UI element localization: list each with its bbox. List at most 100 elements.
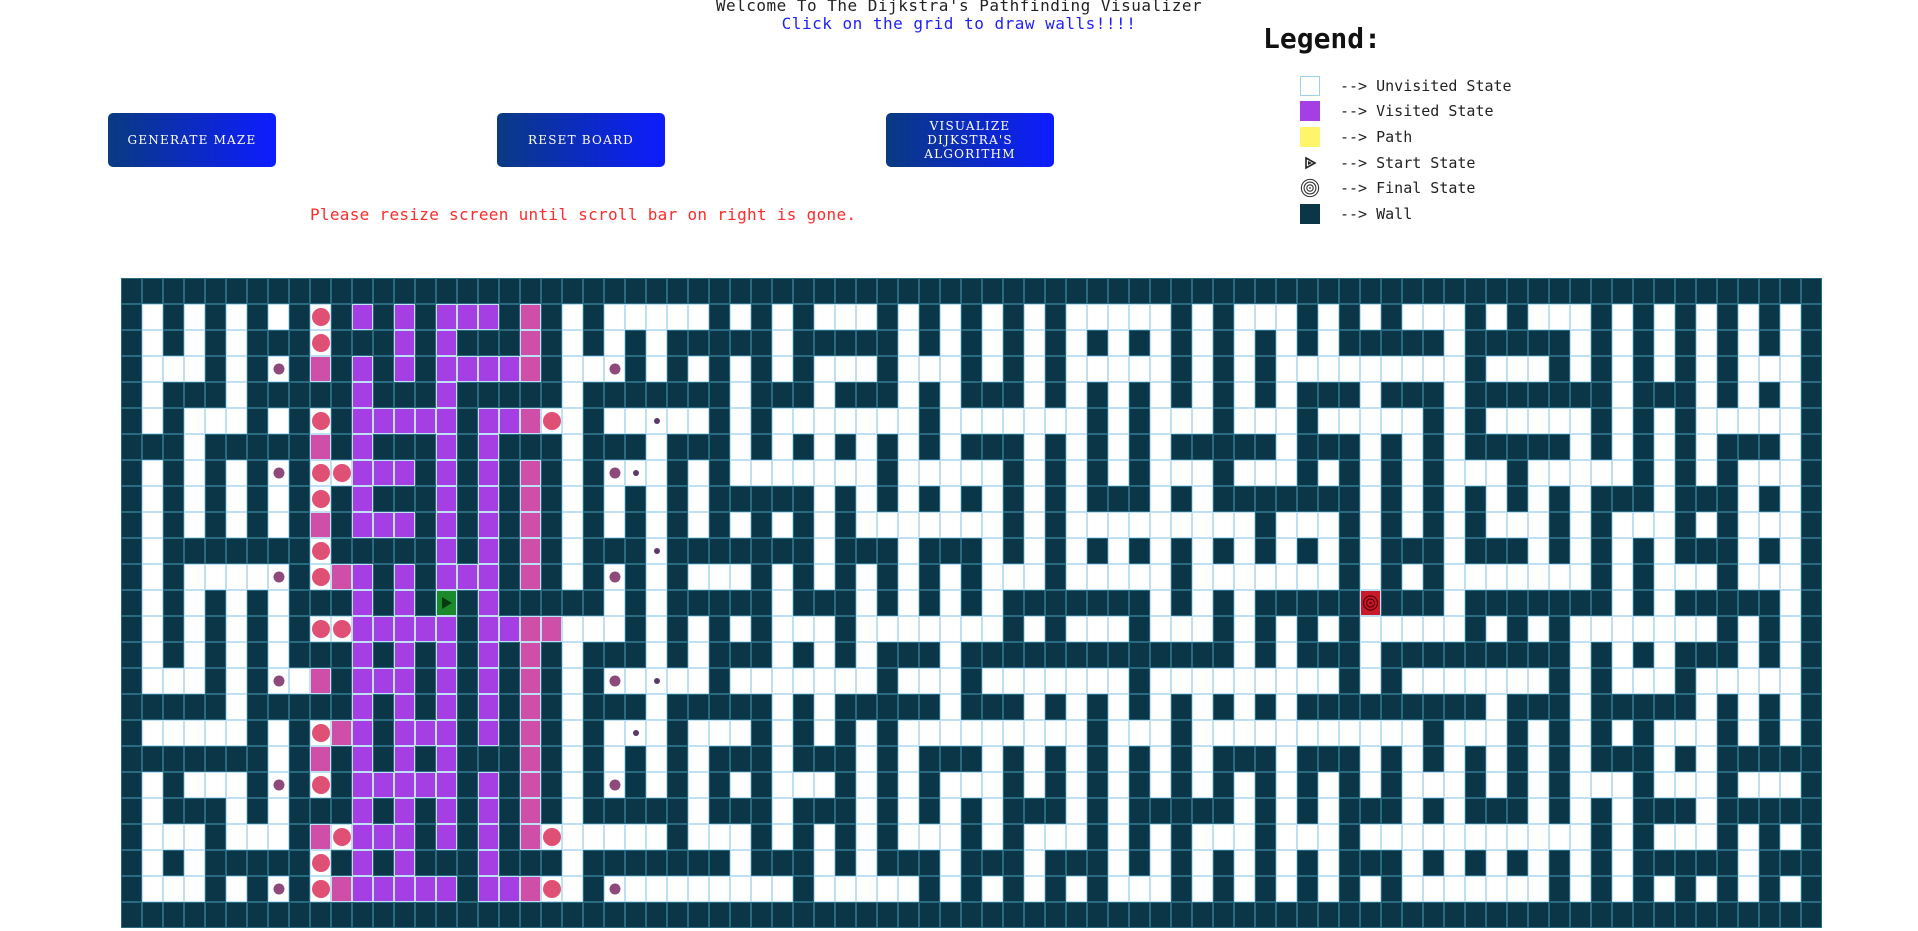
grid-cell[interactable] [184, 876, 205, 902]
wall-cell[interactable] [1108, 278, 1129, 304]
grid-cell[interactable] [1066, 304, 1087, 330]
frontier-cell[interactable] [268, 772, 289, 798]
wall-cell[interactable] [1591, 798, 1612, 824]
visited-cell[interactable] [478, 538, 499, 564]
grid-cell[interactable] [1444, 798, 1465, 824]
reset-board-button[interactable]: RESET BOARD [497, 113, 665, 167]
wall-cell[interactable] [1150, 798, 1171, 824]
wall-cell[interactable] [667, 720, 688, 746]
wall-cell[interactable] [709, 538, 730, 564]
wall-cell[interactable] [1717, 798, 1738, 824]
visited-cell[interactable] [520, 824, 541, 850]
grid-cell[interactable] [1696, 772, 1717, 798]
wall-cell[interactable] [1549, 590, 1570, 616]
wall-cell[interactable] [835, 590, 856, 616]
wall-cell[interactable] [1654, 850, 1675, 876]
wall-cell[interactable] [268, 538, 289, 564]
grid-cell[interactable] [1192, 330, 1213, 356]
grid-cell[interactable] [1276, 850, 1297, 876]
wall-cell[interactable] [583, 590, 604, 616]
wall-cell[interactable] [541, 538, 562, 564]
wall-cell[interactable] [625, 772, 646, 798]
wall-cell[interactable] [1255, 772, 1276, 798]
grid-cell[interactable] [940, 434, 961, 460]
grid-cell[interactable] [1612, 798, 1633, 824]
visited-cell[interactable] [436, 824, 457, 850]
grid-cell[interactable] [1087, 356, 1108, 382]
wall-cell[interactable] [1549, 694, 1570, 720]
wall-cell[interactable] [1591, 642, 1612, 668]
wall-cell[interactable] [1297, 798, 1318, 824]
wall-cell[interactable] [982, 278, 1003, 304]
frontier-cell[interactable] [646, 408, 667, 434]
grid-cell[interactable] [562, 746, 583, 772]
wall-cell[interactable] [373, 382, 394, 408]
grid-cell[interactable] [814, 850, 835, 876]
grid-cell[interactable] [1654, 876, 1675, 902]
wall-cell[interactable] [1801, 824, 1822, 850]
grid-cell[interactable] [184, 512, 205, 538]
grid-cell[interactable] [226, 382, 247, 408]
wall-cell[interactable] [457, 746, 478, 772]
grid-cell[interactable] [562, 876, 583, 902]
wall-cell[interactable] [1780, 278, 1801, 304]
wall-cell[interactable] [1381, 850, 1402, 876]
grid-cell[interactable] [1150, 694, 1171, 720]
wall-cell[interactable] [667, 538, 688, 564]
grid-cell[interactable] [1108, 356, 1129, 382]
wall-cell[interactable] [1087, 694, 1108, 720]
grid-cell[interactable] [856, 798, 877, 824]
grid-cell[interactable] [1192, 850, 1213, 876]
grid-cell[interactable] [1066, 616, 1087, 642]
wall-cell[interactable] [1087, 590, 1108, 616]
wall-cell[interactable] [1549, 798, 1570, 824]
wall-cell[interactable] [1549, 772, 1570, 798]
wall-cell[interactable] [1213, 850, 1234, 876]
grid-cell[interactable] [835, 668, 856, 694]
wall-cell[interactable] [1045, 460, 1066, 486]
wall-cell[interactable] [499, 850, 520, 876]
wall-cell[interactable] [121, 642, 142, 668]
wall-cell[interactable] [772, 382, 793, 408]
wall-cell[interactable] [1171, 382, 1192, 408]
grid-cell[interactable] [709, 876, 730, 902]
grid-cell[interactable] [1633, 668, 1654, 694]
frontier-cell[interactable] [268, 564, 289, 590]
grid-cell[interactable] [814, 512, 835, 538]
visited-cell[interactable] [520, 694, 541, 720]
grid-cell[interactable] [1654, 460, 1675, 486]
grid-cell[interactable] [772, 642, 793, 668]
wall-cell[interactable] [751, 590, 772, 616]
grid-cell[interactable] [1150, 408, 1171, 434]
wall-cell[interactable] [415, 564, 436, 590]
grid-cell[interactable] [1696, 382, 1717, 408]
wall-cell[interactable] [1003, 304, 1024, 330]
wall-cell[interactable] [1045, 772, 1066, 798]
wall-cell[interactable] [646, 382, 667, 408]
grid-cell[interactable] [1570, 434, 1591, 460]
wall-cell[interactable] [1591, 434, 1612, 460]
wall-cell[interactable] [457, 876, 478, 902]
wall-cell[interactable] [1591, 304, 1612, 330]
visited-cell[interactable] [520, 746, 541, 772]
wall-cell[interactable] [247, 746, 268, 772]
wall-cell[interactable] [1591, 746, 1612, 772]
grid-cell[interactable] [1738, 512, 1759, 538]
wall-cell[interactable] [1801, 902, 1822, 928]
grid-cell[interactable] [1318, 876, 1339, 902]
pathfinding-grid[interactable] [121, 278, 1822, 928]
grid-cell[interactable] [1528, 304, 1549, 330]
wall-cell[interactable] [499, 824, 520, 850]
wall-cell[interactable] [961, 824, 982, 850]
wall-cell[interactable] [1297, 590, 1318, 616]
grid-cell[interactable] [772, 434, 793, 460]
wall-cell[interactable] [1087, 330, 1108, 356]
visited-cell[interactable] [352, 408, 373, 434]
grid-cell[interactable] [730, 850, 751, 876]
grid-cell[interactable] [1108, 876, 1129, 902]
wall-cell[interactable] [121, 694, 142, 720]
grid-cell[interactable] [772, 512, 793, 538]
wall-cell[interactable] [247, 460, 268, 486]
wall-cell[interactable] [1360, 798, 1381, 824]
grid-cell[interactable] [688, 460, 709, 486]
